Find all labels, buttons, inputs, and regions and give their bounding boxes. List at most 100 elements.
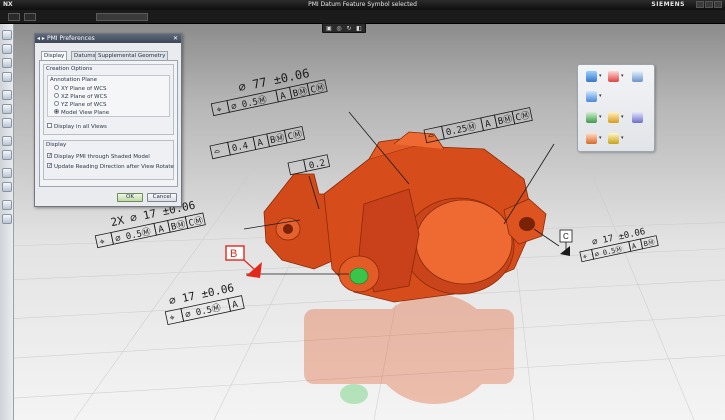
note-icon[interactable]	[586, 112, 597, 123]
dropdown-icon[interactable]: ▾	[599, 73, 602, 79]
display-pmi-through-shaded-checkbox[interactable]: ✓ Display PMI through Shaded Model	[47, 153, 150, 161]
dropdown-icon[interactable]: ▾	[599, 114, 602, 120]
pmi-preferences-dialog: ◂ ▸ PMI Preferences ✕ Display Datums Sup…	[34, 33, 182, 207]
checkbox-checked-icon[interactable]: ✓	[47, 153, 52, 159]
table-icon[interactable]	[632, 112, 643, 123]
history-icon[interactable]	[2, 90, 12, 100]
rotate-icon[interactable]: ↻	[345, 25, 353, 32]
minimize-button[interactable]	[696, 1, 704, 8]
svg-text:A: A	[257, 138, 265, 149]
dropdown-icon[interactable]: ▾	[621, 135, 624, 141]
datum-b-symbol[interactable]: B	[225, 245, 262, 278]
display-tab-panel: Creation Options Annotation Plane XY Pla…	[39, 60, 178, 187]
close-window-button[interactable]	[714, 1, 722, 8]
palette-icon[interactable]	[2, 168, 12, 178]
close-icon[interactable]: ✕	[172, 35, 179, 42]
resource-bar	[0, 24, 14, 420]
maximize-button[interactable]	[705, 1, 713, 8]
svg-text:BⓂ: BⓂ	[497, 114, 513, 128]
creation-options-group: Creation Options Annotation Plane XY Pla…	[43, 64, 174, 135]
dialog-title-bar[interactable]: ◂ ▸ PMI Preferences ✕	[35, 34, 181, 43]
toolbar-button[interactable]	[24, 13, 36, 21]
part-navigator-icon[interactable]	[2, 30, 12, 40]
system-materials-icon[interactable]	[2, 150, 12, 160]
pmi-small-box[interactable]: 0.2	[287, 154, 331, 176]
sketch-icon[interactable]	[2, 182, 12, 192]
display-in-all-views-checkbox[interactable]: Display in all Views	[47, 123, 107, 131]
dialog-menu-icon[interactable]: ◂ ▸	[37, 34, 45, 43]
status-title: PMI Datum Feature Symbol selected	[308, 1, 417, 8]
tab-supplemental-geometry[interactable]: Supplemental Geometry	[95, 51, 169, 60]
process-studio-icon[interactable]	[2, 118, 12, 128]
svg-text:CⓂ: CⓂ	[287, 129, 303, 143]
datum-feature-icon[interactable]	[586, 71, 597, 82]
tab-display[interactable]: Display	[41, 51, 68, 60]
datum-c-symbol[interactable]: C	[559, 229, 573, 256]
constraint-navigator-icon[interactable]	[2, 58, 12, 68]
pmi-upper-fcf[interactable]: ⌓ 0.4 A BⓂ CⓂ	[209, 125, 306, 160]
plane-option-xy[interactable]: XY Plane of WCS	[54, 85, 107, 93]
update-reading-direction-checkbox[interactable]: ✓ Update Reading Direction after View Rot…	[47, 163, 174, 171]
shade-icon[interactable]: ◧	[355, 25, 363, 32]
weld-icon[interactable]	[586, 133, 597, 144]
plane-option-xz[interactable]: XZ Plane of WCS	[54, 93, 107, 101]
surface-finish-icon[interactable]	[586, 91, 597, 102]
display-group-label: Display	[46, 142, 67, 148]
command-finder[interactable]	[96, 13, 148, 21]
svg-text:CⓂ: CⓂ	[188, 215, 204, 229]
dropdown-icon[interactable]: ▾	[621, 114, 624, 120]
fit-icon[interactable]: ◎	[335, 25, 343, 32]
pmi-right-fcf[interactable]: ⌓ 0.25Ⓜ A BⓂ CⓂ	[423, 107, 533, 144]
view-toolbar: ▣ ◎ ↻ ◧	[322, 23, 366, 33]
part-reflection	[304, 294, 514, 404]
pmi-bottom-dimension[interactable]: ⌀ 17 ±0.06 ⌖ ⌀ 0.5Ⓜ A	[162, 280, 245, 326]
annotation-plane-label: Annotation Plane	[50, 77, 97, 83]
svg-text:B: B	[230, 248, 237, 260]
dropdown-icon[interactable]: ▾	[599, 93, 602, 99]
svg-text:BⓂ: BⓂ	[292, 86, 308, 100]
svg-text:⌖: ⌖	[169, 313, 176, 324]
radio-icon[interactable]	[54, 93, 59, 98]
svg-text:⌀ 0.5Ⓜ: ⌀ 0.5Ⓜ	[594, 245, 623, 259]
brand-logo: SIEMENS	[651, 1, 685, 8]
assembly-navigator-icon[interactable]	[2, 44, 12, 54]
plane-option-model-view[interactable]: Model View Plane	[54, 109, 109, 117]
ok-button[interactable]: OK	[117, 193, 143, 202]
cancel-button[interactable]: Cancel	[147, 193, 177, 202]
main-toolbar	[0, 10, 725, 24]
svg-text:A: A	[279, 91, 287, 102]
svg-text:CⓂ: CⓂ	[309, 82, 325, 96]
menu-button[interactable]	[8, 13, 20, 21]
pmi-top-dimension[interactable]: ⌀ 77 ±0.06 ⌖ ⌀ 0.5Ⓜ A BⓂ CⓂ	[208, 63, 328, 117]
svg-text:CⓂ: CⓂ	[514, 110, 530, 124]
security-marking-icon[interactable]	[608, 133, 619, 144]
radio-icon[interactable]	[54, 101, 59, 106]
svg-text:⌓: ⌓	[214, 147, 222, 158]
nx-window: NX PMI Datum Feature Symbol selected SIE…	[0, 0, 725, 420]
plane-option-yz[interactable]: YZ Plane of WCS	[54, 101, 107, 109]
dropdown-icon[interactable]: ▾	[599, 135, 602, 141]
radio-selected-icon[interactable]	[54, 109, 59, 114]
measure-icon[interactable]	[2, 200, 12, 210]
svg-text:C: C	[563, 232, 569, 241]
svg-text:A: A	[631, 242, 638, 251]
reuse-library-icon[interactable]	[2, 72, 12, 82]
datum-target-icon[interactable]	[608, 71, 619, 82]
balloon-icon[interactable]	[608, 112, 619, 123]
checkbox-checked-icon[interactable]: ✓	[47, 163, 52, 169]
pmi-right-dimension[interactable]: ⌀ 17 ±0.06 ⌖ ⌀ 0.5Ⓜ A BⓂ	[578, 225, 659, 263]
display-group: Display ✓ Display PMI through Shaded Mode…	[43, 140, 174, 180]
orient-icon[interactable]: ▣	[325, 25, 333, 32]
radio-icon[interactable]	[54, 85, 59, 90]
roles-icon[interactable]	[2, 136, 12, 146]
feature-control-frame-icon[interactable]	[632, 71, 643, 82]
checkbox-icon[interactable]	[47, 123, 52, 128]
analysis-icon[interactable]	[2, 214, 12, 224]
web-browser-icon[interactable]	[2, 104, 12, 114]
svg-text:⌀ 0.5Ⓜ: ⌀ 0.5Ⓜ	[184, 302, 222, 320]
dropdown-icon[interactable]: ▾	[621, 73, 624, 79]
caliper-part[interactable]	[263, 131, 547, 303]
title-bar: NX PMI Datum Feature Symbol selected SIE…	[0, 0, 725, 10]
annotation-plane-group: Annotation Plane XY Plane of WCS XZ Plan…	[47, 75, 170, 117]
svg-text:⌖: ⌖	[582, 253, 588, 262]
